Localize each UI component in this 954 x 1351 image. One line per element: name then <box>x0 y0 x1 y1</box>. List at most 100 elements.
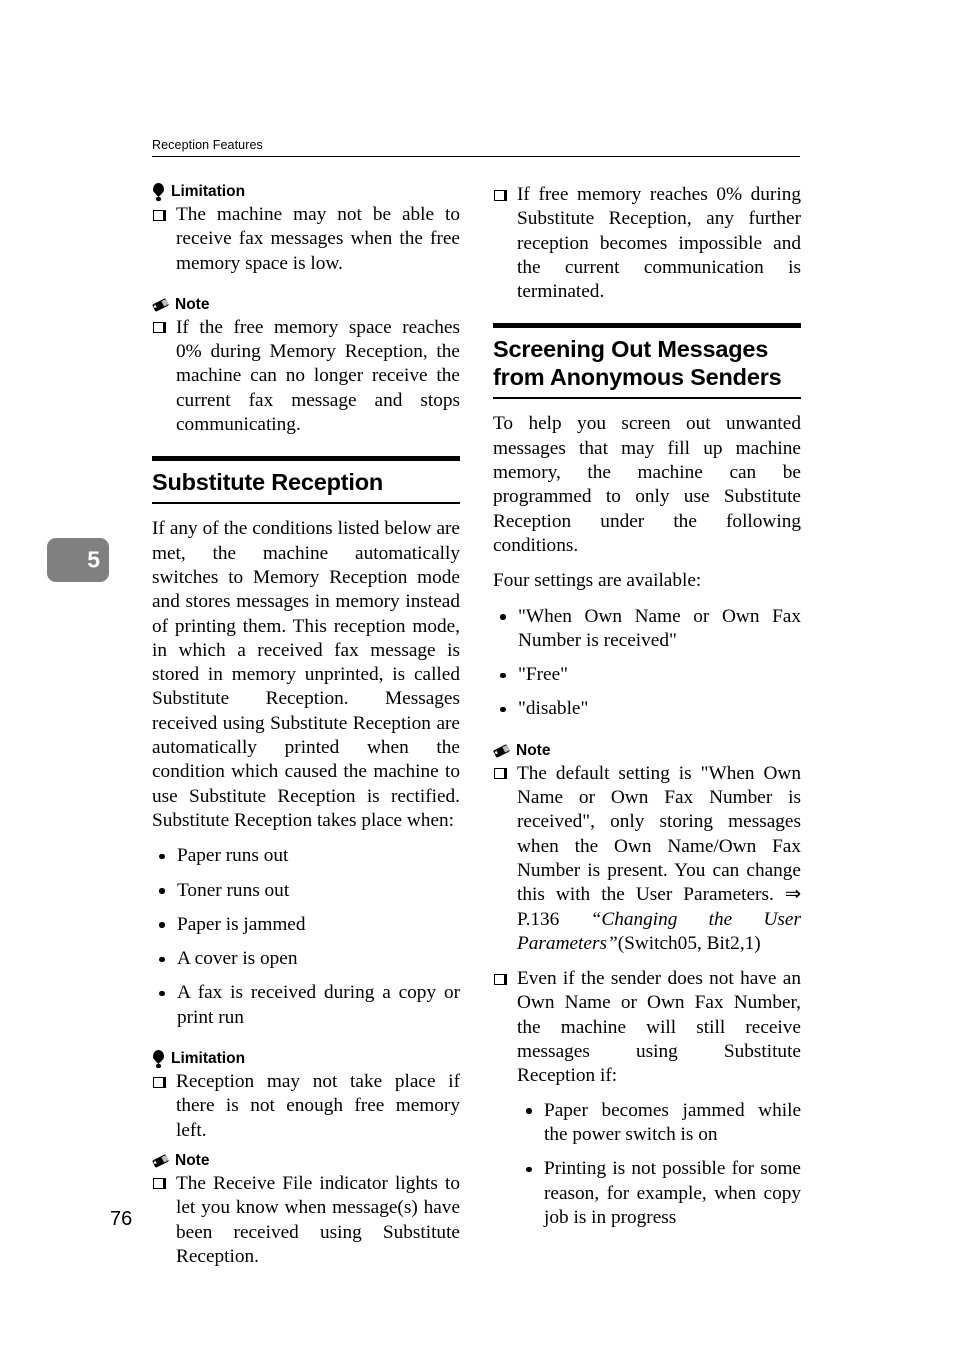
list-item-text: "disable" <box>518 698 589 720</box>
limitation-label-text: Limitation <box>171 1050 246 1068</box>
list-item: If the free memory space reaches 0% duri… <box>152 316 460 437</box>
section-intro-paragraph: To help you screen out unwanted messages… <box>493 413 801 556</box>
square-bullet-icon <box>153 1076 166 1088</box>
list-item-text: If the free memory space reaches 0% duri… <box>176 316 460 436</box>
running-header: Reception Features <box>152 138 800 157</box>
conditions-list: Paper runs out Toner runs out Paper is j… <box>152 844 460 1030</box>
list-item: Toner runs out <box>152 879 460 903</box>
note-pencil-icon <box>152 1153 169 1169</box>
section-title: Screening Out Messages from Anonymous Se… <box>493 336 782 391</box>
continued-note-list: If free memory reaches 0% during Substit… <box>493 183 801 304</box>
cross-reference-suffix: (Switch05, Bit2,1) <box>617 932 761 954</box>
note-default-setting-text: The default setting is "When Own Name or… <box>517 762 801 930</box>
note-list-1: If the free memory space reaches 0% duri… <box>152 316 460 437</box>
round-bullet-icon <box>500 672 506 679</box>
list-item: Even if the sender does not have an Own … <box>493 967 801 1230</box>
limitation-label-2: Limitation <box>152 1050 460 1069</box>
settings-list: "When Own Name or Own Fax Number is rece… <box>493 605 801 722</box>
limitation-block-1: Limitation The machine may not be able t… <box>152 183 460 276</box>
list-item-text: Paper is jammed <box>177 913 306 935</box>
note-label-text: Note <box>175 295 210 313</box>
list-item: If free memory reaches 0% during Substit… <box>493 183 801 304</box>
note-label-text: Note <box>516 741 551 759</box>
round-bullet-icon <box>500 706 506 713</box>
list-item: "disable" <box>493 697 801 721</box>
list-item-text: Even if the sender does not have an Own … <box>517 968 801 1087</box>
square-bullet-icon <box>153 209 166 221</box>
square-bullet-icon <box>153 322 166 334</box>
limitation-block-2: Limitation Reception may not take place … <box>152 1050 460 1143</box>
list-item-text: A cover is open <box>177 948 298 970</box>
list-item: The default setting is "When Own Name or… <box>493 762 801 956</box>
list-item: The machine may not be able to receive f… <box>152 203 460 276</box>
list-item-text: Printing is not possible for some reason… <box>544 1158 801 1228</box>
list-item: A fax is received during a copy or print… <box>152 981 460 1030</box>
list-item: A cover is open <box>152 947 460 971</box>
limitation-label-1: Limitation <box>152 183 460 201</box>
section-title: Substitute Reception <box>152 469 384 496</box>
note-list-right-2: Even if the sender does not have an Own … <box>493 967 801 1230</box>
list-item-text: "Free" <box>518 664 569 686</box>
note-label-2: Note <box>152 1152 460 1170</box>
note-list-2: The Receive File indicator lights to let… <box>152 1172 460 1269</box>
list-item: The Receive File indicator lights to let… <box>152 1172 460 1269</box>
section-rule-top <box>152 456 460 462</box>
settings-lead-paragraph: Four settings are available: <box>493 570 702 592</box>
round-bullet-icon <box>526 1166 532 1173</box>
list-item: Printing is not possible for some reason… <box>517 1157 801 1230</box>
list-item-text: Paper runs out <box>177 845 289 867</box>
list-item: Paper is jammed <box>152 913 460 937</box>
limitation-list-1: The machine may not be able to receive f… <box>152 203 460 276</box>
limitation-bulb-icon <box>152 183 165 201</box>
square-bullet-icon <box>494 189 507 201</box>
note-block-right: Note The default setting is "When Own Na… <box>493 742 801 1230</box>
left-column: Limitation The machine may not be able t… <box>152 183 460 1269</box>
section-substitute-reception: Substitute Reception <box>152 456 460 505</box>
note-label-right: Note <box>493 742 801 760</box>
list-item-text: If free memory reaches 0% during Substit… <box>517 184 801 303</box>
list-item-text: "When Own Name or Own Fax Number is rece… <box>518 605 801 651</box>
note-label-text: Note <box>175 1151 210 1169</box>
chapter-tab-number: 5 <box>87 546 100 573</box>
list-item: Paper runs out <box>152 844 460 868</box>
note-list-right-1: The default setting is "When Own Name or… <box>493 762 801 956</box>
note-pencil-icon <box>152 297 169 313</box>
round-bullet-icon <box>159 888 165 894</box>
note-pencil-icon <box>493 743 510 759</box>
section-rule-top <box>493 323 801 329</box>
list-item: Paper becomes jammed while the power swi… <box>517 1099 801 1148</box>
document-page: Reception Features 5 Limitation The mach… <box>0 0 954 1351</box>
running-header-rule <box>152 156 800 157</box>
running-header-text: Reception Features <box>152 138 263 152</box>
limitation-bulb-icon <box>152 1050 165 1069</box>
list-item: "When Own Name or Own Fax Number is rece… <box>493 605 801 654</box>
round-bullet-icon <box>159 956 165 963</box>
square-bullet-icon <box>494 768 507 780</box>
round-bullet-icon <box>500 614 506 620</box>
list-item-text: Reception may not take place if there is… <box>176 1071 460 1141</box>
note-block-1: Note If the free memory space reaches 0%… <box>152 296 460 437</box>
anonymous-exceptions-list: Paper becomes jammed while the power swi… <box>517 1099 801 1230</box>
section-screening-out: Screening Out Messages from Anonymous Se… <box>493 323 801 400</box>
list-item: Reception may not take place if there is… <box>152 1070 460 1143</box>
round-bullet-icon <box>159 853 165 860</box>
round-bullet-icon <box>159 990 165 997</box>
note-label-1: Note <box>152 296 460 314</box>
list-item-text: A fax is received during a copy or print… <box>177 982 460 1028</box>
list-item-text: Toner runs out <box>177 879 290 901</box>
right-column: If free memory reaches 0% during Substit… <box>493 183 801 1230</box>
round-bullet-icon <box>159 922 165 928</box>
list-item-text: The machine may not be able to receive f… <box>176 204 460 274</box>
list-item-text: The Receive File indicator lights to let… <box>176 1172 460 1267</box>
square-bullet-icon <box>494 973 507 985</box>
note-block-2: Note The Receive File indicator lights t… <box>152 1152 460 1269</box>
limitation-label-text: Limitation <box>171 183 246 200</box>
chapter-tab: 5 <box>47 538 109 582</box>
limitation-list-2: Reception may not take place if there is… <box>152 1070 460 1143</box>
list-item: "Free" <box>493 663 801 687</box>
square-bullet-icon <box>153 1178 166 1190</box>
round-bullet-icon <box>526 1108 532 1114</box>
page-number: 76 <box>110 1208 133 1230</box>
list-item-text: Paper becomes jammed while the power swi… <box>544 1099 801 1145</box>
section-intro-paragraph: If any of the conditions listed below ar… <box>152 518 460 831</box>
